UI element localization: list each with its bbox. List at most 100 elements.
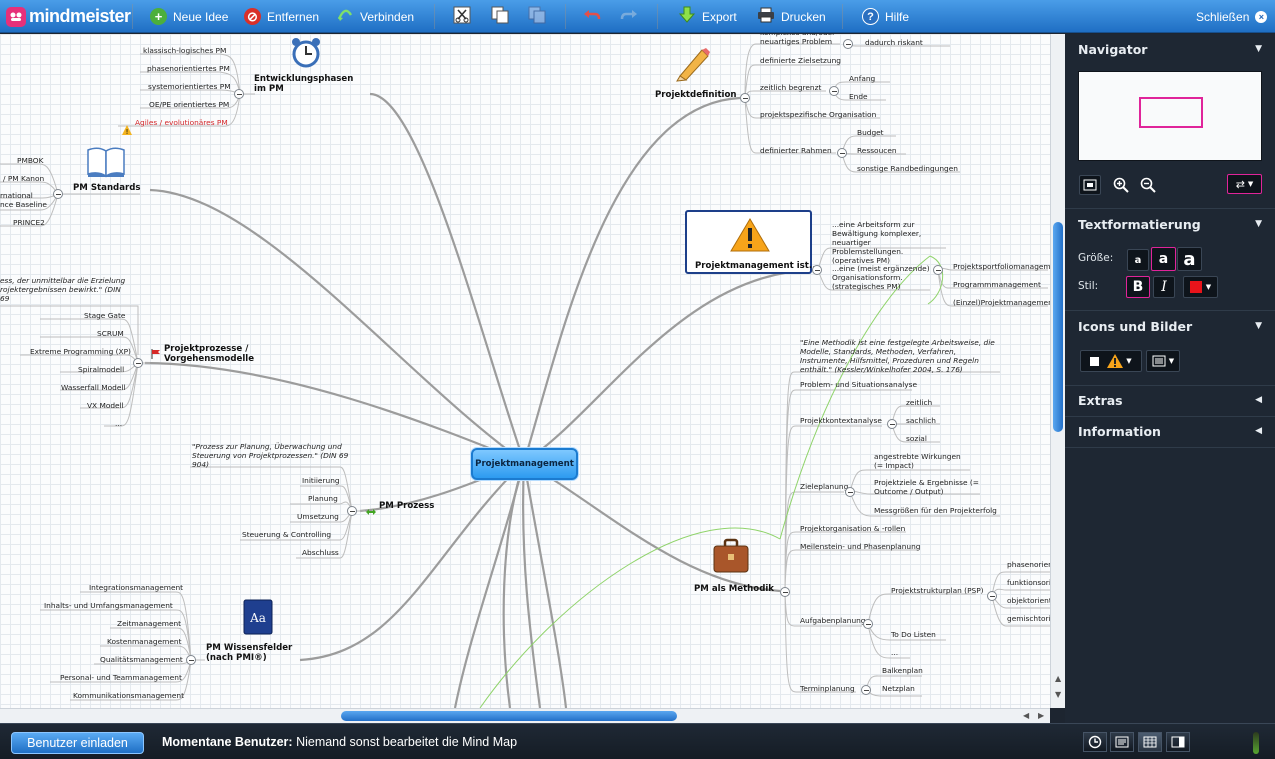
- invite-users-button[interactable]: Benutzer einladen: [11, 732, 144, 754]
- scroll-down-icon[interactable]: ▼: [1055, 690, 1061, 699]
- node-pm-process-item[interactable]: Umsetzung: [297, 512, 339, 521]
- node-definition-item[interactable]: zeitlich begrenzt: [760, 83, 821, 92]
- node-process-item[interactable]: ...: [115, 419, 122, 428]
- collapse-toggle[interactable]: [780, 587, 790, 597]
- collapse-toggle[interactable]: [740, 93, 750, 103]
- node-standard-item[interactable]: rnational: [0, 191, 33, 200]
- node-method-item[interactable]: phasenorient: [1007, 560, 1050, 569]
- node-knowledge-item[interactable]: Kommunikationsmanagement: [73, 691, 184, 700]
- node-pm-process-quote[interactable]: "Prozess zur Planung, Überwachung und St…: [192, 442, 352, 469]
- node-processes[interactable]: Projektprozesse / Vorgehensmodelle: [164, 344, 264, 364]
- collapse-toggle[interactable]: [837, 148, 847, 158]
- node-method-quote[interactable]: "Eine Methodik ist eine festgelegte Arbe…: [800, 338, 996, 374]
- copy-button[interactable]: [491, 0, 509, 33]
- node-method-item[interactable]: sachlich: [906, 416, 936, 425]
- node-phase-item[interactable]: systemorientiertes PM: [148, 82, 231, 91]
- node-phase-item[interactable]: phasenorientiertes PM: [147, 64, 230, 73]
- icon-picker-dropdown[interactable]: ▼: [1080, 350, 1142, 372]
- collapse-toggle[interactable]: [234, 89, 244, 99]
- layout-direction-dropdown[interactable]: ⇄ ▼: [1227, 174, 1262, 194]
- node-definition-item[interactable]: Ende: [849, 92, 868, 101]
- node-definition[interactable]: Projektdefinition: [655, 90, 737, 100]
- node-definition-item[interactable]: Ressoucen: [857, 146, 897, 155]
- node-phase-item[interactable]: klassisch-logisches PM: [143, 46, 226, 55]
- history-button[interactable]: [1083, 732, 1107, 752]
- collapse-toggle[interactable]: [887, 419, 897, 429]
- information-header[interactable]: Information ◀: [1065, 416, 1275, 446]
- node-is-item[interactable]: Projektsportfoliomanagement: [953, 262, 1050, 271]
- redo-button[interactable]: [620, 0, 638, 33]
- node-process-item[interactable]: Stage Gate: [84, 311, 125, 320]
- node-knowledge-item[interactable]: Qualitätsmanagement: [100, 655, 183, 664]
- navigator-header[interactable]: Navigator ▼: [1065, 34, 1275, 64]
- font-size-small-button[interactable]: a: [1127, 249, 1149, 271]
- node-is-item[interactable]: ...eine (meist ergänzende) Organisations…: [832, 264, 932, 291]
- node-pm-process-item[interactable]: Steuerung & Controlling: [242, 530, 331, 539]
- node-method-item[interactable]: Problem- und Situationsanalyse: [800, 380, 917, 389]
- node-pm-process[interactable]: PM Prozess: [379, 501, 434, 511]
- node-process-item[interactable]: Spiralmodell: [78, 365, 124, 374]
- node-standard-item[interactable]: nce Baseline: [0, 200, 47, 209]
- collapse-toggle[interactable]: [863, 619, 873, 629]
- scroll-left-icon[interactable]: ◀: [1023, 711, 1029, 720]
- image-picker-dropdown[interactable]: ▼: [1146, 350, 1180, 372]
- node-method-item[interactable]: objektorient: [1007, 596, 1050, 605]
- collapse-toggle[interactable]: [347, 506, 357, 516]
- node-method-item[interactable]: Terminplanung: [800, 684, 855, 693]
- remove-button[interactable]: ⊘ Entfernen: [244, 0, 319, 33]
- node-standards[interactable]: PM Standards: [73, 183, 141, 193]
- node-knowledge-item[interactable]: Integrationsmanagement: [89, 583, 183, 592]
- node-process-item[interactable]: Wasserfall Modell: [61, 383, 125, 392]
- extras-header[interactable]: Extras ◀: [1065, 385, 1275, 415]
- node-method-item[interactable]: To Do Listen: [891, 630, 936, 639]
- collapse-toggle[interactable]: [933, 265, 943, 275]
- collapse-toggle[interactable]: [133, 358, 143, 368]
- node-method-item[interactable]: zeitlich: [906, 398, 932, 407]
- vertical-scroll-thumb[interactable]: [1053, 222, 1063, 432]
- node-method-item[interactable]: Zieleplanung: [800, 482, 848, 491]
- node-definition-item[interactable]: sonstige Randbedingungen: [857, 164, 958, 173]
- node-phases[interactable]: Entwicklungsphasen im PM: [254, 74, 364, 94]
- viewport-indicator[interactable]: [1139, 97, 1203, 128]
- scroll-right-icon[interactable]: ▶: [1038, 711, 1044, 720]
- text-color-dropdown[interactable]: ▼: [1183, 276, 1218, 298]
- undo-button[interactable]: [583, 0, 601, 33]
- node-knowledge[interactable]: PM Wissensfelder (nach PMI®): [206, 643, 316, 663]
- print-button[interactable]: Drucken: [757, 0, 826, 33]
- node-method-item[interactable]: Aufgabenplanung: [800, 616, 866, 625]
- scroll-up-icon[interactable]: ▲: [1055, 674, 1061, 683]
- node-knowledge-item[interactable]: Inhalts- und Umfangsmanagement: [44, 601, 173, 610]
- outline-view-button[interactable]: [1110, 732, 1134, 752]
- collapse-toggle[interactable]: [829, 86, 839, 96]
- text-format-header[interactable]: Textformatierung ▼: [1065, 209, 1275, 239]
- node-process-item[interactable]: VX Modell: [87, 401, 124, 410]
- node-method-item[interactable]: Projektorganisation & -rollen: [800, 524, 905, 533]
- collapse-toggle[interactable]: [186, 655, 196, 665]
- connect-button[interactable]: Verbinden: [336, 0, 414, 33]
- node-standard-item[interactable]: PMBOK: [17, 156, 43, 165]
- collapse-toggle[interactable]: [845, 487, 855, 497]
- collapse-toggle[interactable]: [53, 189, 63, 199]
- horizontal-scroll-thumb[interactable]: [341, 711, 677, 721]
- horizontal-scrollbar[interactable]: ◀ ▶: [0, 708, 1050, 723]
- node-knowledge-item[interactable]: Personal- und Teammanagement: [60, 673, 182, 682]
- node-definition-item[interactable]: Anfang: [849, 74, 875, 83]
- node-pm-process-item[interactable]: Initiierung: [302, 476, 340, 485]
- selected-node-pm-ist[interactable]: Projektmanagement ist...: [685, 210, 819, 274]
- zoom-in-button[interactable]: [1110, 175, 1132, 195]
- collapse-toggle[interactable]: [861, 685, 871, 695]
- vertical-scrollbar[interactable]: ▲ ▼: [1050, 34, 1065, 708]
- node-is-item[interactable]: Programmmanagement: [953, 280, 1041, 289]
- toggle-panel-button[interactable]: [1166, 732, 1190, 752]
- font-size-large-button[interactable]: a: [1177, 247, 1202, 271]
- node-method-item[interactable]: sozial: [906, 434, 927, 443]
- node-method-item[interactable]: Projektkontextanalyse: [800, 416, 882, 425]
- help-button[interactable]: ? Hilfe: [862, 0, 909, 33]
- node-definition-item[interactable]: dadurch riskant: [865, 38, 923, 47]
- cut-button[interactable]: [453, 0, 471, 33]
- node-definition-item[interactable]: projektspezifische Organisation: [760, 110, 876, 119]
- navigator-preview[interactable]: [1078, 71, 1262, 161]
- central-node[interactable]: Projektmanagement: [471, 448, 578, 480]
- node-definition-item[interactable]: komplexes und/oder neuartiges Problem: [760, 34, 850, 46]
- paste-button[interactable]: [528, 0, 546, 33]
